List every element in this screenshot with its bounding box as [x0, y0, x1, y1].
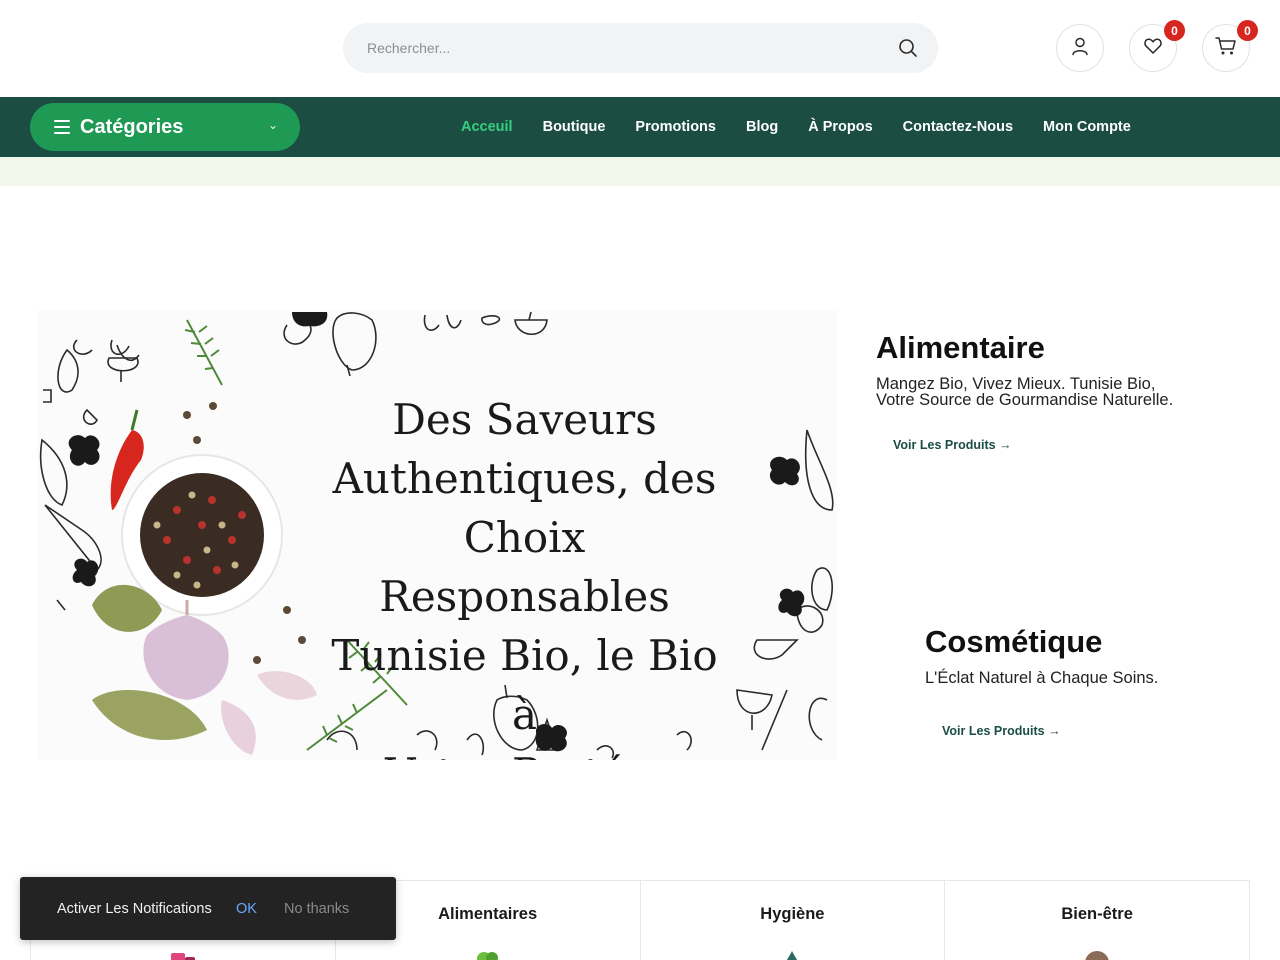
view-products-link-alimentaire[interactable]: Voir Les Produits →: [893, 438, 1012, 452]
arrow-right-icon: →: [999, 438, 1012, 452]
nav-link-mon-compte[interactable]: Mon Compte: [1043, 119, 1131, 135]
hero-title-line: Choix Responsables: [379, 513, 670, 621]
toast-message: Activer Les Notifications: [57, 901, 212, 917]
link-label: Voir Les Produits: [893, 438, 996, 452]
categories-label: Catégories: [80, 116, 184, 138]
wishlist-count-badge: 0: [1164, 20, 1185, 41]
heart-icon: [1143, 36, 1163, 61]
promo-alimentaire: Alimentaire Mangez Bio, Vivez Mieux. Tun…: [876, 330, 1256, 454]
account-button[interactable]: [1056, 24, 1104, 72]
promo-text: L'Éclat Naturel à Chaque Soins.: [925, 669, 1255, 687]
nav-link-blog[interactable]: Blog: [746, 119, 778, 135]
hero-title-line: Tunisie Bio, le Bio à: [331, 631, 718, 739]
promo-text-line: L'Éclat Naturel à Chaque Soins.: [925, 669, 1159, 687]
categories-button[interactable]: Catégories ⌄: [30, 103, 300, 151]
category-card[interactable]: Bien-être: [945, 881, 1249, 960]
toast-ok-button[interactable]: OK: [236, 901, 257, 917]
hero-title-line: Votre Portée.: [327, 744, 722, 760]
promo-text: Mangez Bio, Vivez Mieux. Tunisie Bio, Vo…: [876, 376, 1256, 409]
promo-cosmetique: Cosmétique L'Éclat Naturel à Chaque Soin…: [925, 624, 1255, 740]
hero-title: Des Saveurs Authentiques, des Choix Resp…: [327, 390, 722, 760]
toast-dismiss-button[interactable]: No thanks: [284, 901, 349, 917]
hero-title-line: Authentiques, des: [332, 454, 717, 503]
nav-link-contact[interactable]: Contactez-Nous: [903, 119, 1013, 135]
hero-banner[interactable]: Des Saveurs Authentiques, des Choix Resp…: [37, 310, 837, 760]
cart-button[interactable]: 0: [1202, 20, 1258, 72]
search-icon[interactable]: [896, 36, 920, 60]
category-name: Hygiène: [760, 905, 825, 923]
search-input[interactable]: [367, 23, 887, 73]
top-header: 0 0: [0, 0, 1280, 97]
hero-title-line: Des Saveurs: [392, 395, 657, 444]
vegetables-icon: [476, 952, 498, 960]
link-label: Voir Les Produits: [942, 724, 1045, 738]
cosmetics-icon: [170, 953, 195, 960]
category-name: Bien-être: [1061, 905, 1133, 923]
promo-text-line: Votre Source de Gourmandise Naturelle.: [876, 391, 1174, 409]
arrow-right-icon: →: [1048, 724, 1061, 738]
decorative-strip: [0, 157, 1280, 186]
promo-title: Cosmétique: [925, 624, 1103, 659]
search-bar[interactable]: [343, 23, 938, 73]
user-icon: [1070, 36, 1090, 61]
promo-title: Alimentaire: [876, 330, 1045, 365]
view-products-link-cosmetique[interactable]: Voir Les Produits →: [942, 724, 1061, 738]
wellness-icon: [1085, 951, 1109, 960]
nav-link-acceuil[interactable]: Acceuil: [461, 119, 513, 135]
category-card[interactable]: Hygiène: [641, 881, 946, 960]
menu-icon: [54, 120, 70, 134]
hygiene-drop-icon: [787, 951, 798, 960]
cart-icon: [1215, 36, 1237, 61]
nav-link-boutique[interactable]: Boutique: [543, 119, 606, 135]
page: 0 0 Catégories ⌄ Acceuil Boutique Promot…: [0, 0, 1280, 960]
notification-toast: Activer Les Notifications OK No thanks: [20, 877, 396, 940]
nav-link-a-propos[interactable]: À Propos: [808, 119, 872, 135]
cart-count-badge: 0: [1237, 20, 1258, 41]
chevron-down-icon: ⌄: [267, 118, 278, 132]
nav-links: Acceuil Boutique Promotions Blog À Propo…: [446, 97, 1146, 157]
nav-link-promotions[interactable]: Promotions: [635, 119, 716, 135]
main-nav: Catégories ⌄ Acceuil Boutique Promotions…: [0, 97, 1280, 157]
wishlist-button[interactable]: 0: [1129, 20, 1185, 72]
